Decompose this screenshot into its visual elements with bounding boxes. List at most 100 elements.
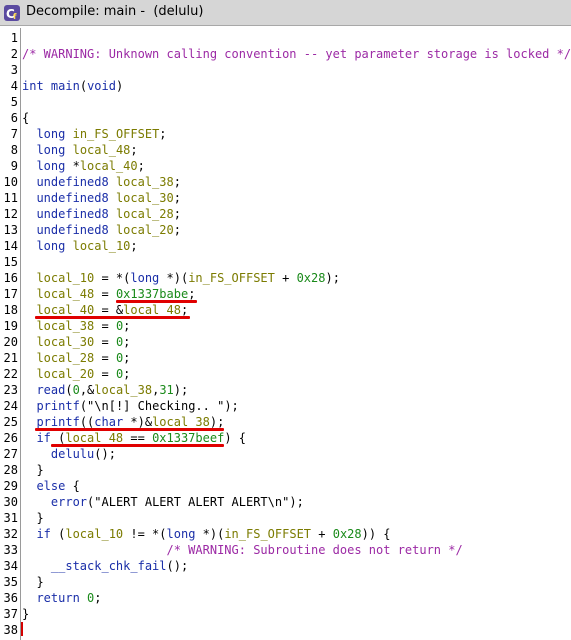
code-token[interactable]: =: [94, 367, 116, 381]
code-line[interactable]: 14 long local_10;: [0, 238, 571, 254]
code-line[interactable]: 3: [0, 62, 571, 78]
code-line[interactable]: 12 undefined8 local_28;: [0, 206, 571, 222]
code-token[interactable]: if: [36, 527, 50, 541]
code-token[interactable]: [109, 175, 116, 189]
code-token[interactable]: local_38: [36, 319, 94, 333]
code-token[interactable]: [22, 351, 36, 365]
code-text[interactable]: }: [22, 510, 43, 526]
code-token[interactable]: local_20: [36, 367, 94, 381]
code-token[interactable]: }: [22, 511, 43, 525]
window-titlebar[interactable]: C f Decompile: main - (delulu): [0, 0, 571, 26]
code-token[interactable]: [109, 223, 116, 237]
code-line[interactable]: 37}: [0, 606, 571, 622]
code-token[interactable]: long: [36, 143, 65, 157]
code-token[interactable]: );: [174, 383, 188, 397]
code-text[interactable]: local_38 = 0;: [22, 318, 130, 334]
code-text[interactable]: return 0;: [22, 590, 101, 606]
code-line[interactable]: 10 undefined8 local_38;: [0, 174, 571, 190]
code-text[interactable]: long in_FS_OFFSET;: [22, 126, 166, 142]
code-token[interactable]: ;: [123, 319, 130, 333]
code-line[interactable]: 11 undefined8 local_30;: [0, 190, 571, 206]
code-token[interactable]: [22, 527, 36, 541]
code-token[interactable]: [22, 335, 36, 349]
code-token[interactable]: long: [36, 239, 65, 253]
code-token[interactable]: [80, 591, 87, 605]
code-line[interactable]: 20 local_30 = 0;: [0, 334, 571, 350]
code-token[interactable]: undefined8: [36, 223, 108, 237]
code-text[interactable]: else {: [22, 478, 79, 494]
code-token[interactable]: [22, 367, 36, 381]
code-token[interactable]: =: [94, 287, 116, 301]
code-text[interactable]: /* WARNING: Subroutine does not return *…: [22, 542, 463, 558]
code-token[interactable]: char: [94, 415, 123, 429]
code-text[interactable]: long local_10;: [22, 238, 137, 254]
code-line[interactable]: 38: [0, 622, 571, 638]
code-token[interactable]: [22, 447, 51, 461]
decompiler-code-view[interactable]: 1 2/* WARNING: Unknown calling convention…: [0, 28, 571, 640]
code-token[interactable]: [22, 207, 36, 221]
code-token[interactable]: int: [22, 79, 44, 93]
code-token[interactable]: *)(: [159, 271, 189, 285]
code-line[interactable]: 16 local_10 = *(long *)(in_FS_OFFSET + 0…: [0, 270, 571, 286]
code-token[interactable]: =: [94, 351, 116, 365]
code-line[interactable]: 9 long *local_40;: [0, 158, 571, 174]
code-token[interactable]: if: [36, 431, 50, 445]
code-token[interactable]: +: [311, 527, 333, 541]
code-text[interactable]: printf("\n[!] Checking.. ");: [22, 398, 238, 414]
code-token[interactable]: main: [51, 79, 80, 93]
code-text[interactable]: }: [22, 574, 43, 590]
code-token[interactable]: local_28: [116, 207, 174, 221]
code-token[interactable]: (: [65, 383, 72, 397]
code-token[interactable]: in_FS_OFFSET: [73, 127, 160, 141]
code-token[interactable]: local_48: [36, 287, 94, 301]
code-text[interactable]: local_30 = 0;: [22, 334, 130, 350]
code-token[interactable]: *: [65, 159, 80, 173]
code-token[interactable]: [22, 175, 36, 189]
code-token[interactable]: in_FS_OFFSET: [224, 527, 311, 541]
code-token[interactable]: [22, 159, 36, 173]
code-token[interactable]: [22, 591, 36, 605]
code-token[interactable]: ;: [94, 591, 101, 605]
code-token[interactable]: printf: [36, 415, 79, 429]
code-token[interactable]: [65, 143, 72, 157]
code-token[interactable]: )) {: [362, 527, 391, 541]
code-token[interactable]: ;: [123, 335, 130, 349]
code-token[interactable]: local_10: [73, 239, 131, 253]
code-line[interactable]: 6{: [0, 110, 571, 126]
code-token[interactable]: 0: [73, 383, 80, 397]
code-text[interactable]: undefined8 local_20;: [22, 222, 181, 238]
code-token[interactable]: +: [275, 271, 297, 285]
code-token[interactable]: ;: [174, 191, 181, 205]
code-token[interactable]: ): [116, 79, 123, 93]
code-text[interactable]: delulu();: [22, 446, 116, 462]
code-line[interactable]: 1: [0, 30, 571, 46]
code-line[interactable]: 30 error("ALERT ALERT ALERT ALERT\n");: [0, 494, 571, 510]
code-text[interactable]: long local_48;: [22, 142, 137, 158]
code-token[interactable]: (: [51, 431, 65, 445]
code-token[interactable]: local_40: [80, 159, 138, 173]
code-token[interactable]: long: [167, 527, 196, 541]
code-token[interactable]: ;: [188, 287, 195, 301]
code-area[interactable]: 1 2/* WARNING: Unknown calling convention…: [0, 28, 571, 640]
code-line[interactable]: 24 printf("\n[!] Checking.. ");: [0, 398, 571, 414]
code-token[interactable]: read: [36, 383, 65, 397]
code-token[interactable]: undefined8: [36, 207, 108, 221]
code-token[interactable]: long: [130, 271, 159, 285]
code-token[interactable]: (: [51, 527, 65, 541]
code-token[interactable]: /* WARNING: Subroutine does not return *…: [167, 543, 463, 557]
code-token[interactable]: [22, 543, 167, 557]
code-token[interactable]: local_10: [36, 271, 94, 285]
code-token[interactable]: ;: [130, 239, 137, 253]
code-token[interactable]: [22, 479, 36, 493]
code-token[interactable]: [65, 127, 72, 141]
code-line[interactable]: 33 /* WARNING: Subroutine does not retur…: [0, 542, 571, 558]
code-token[interactable]: /* WARNING: Unknown calling convention -…: [22, 47, 571, 61]
code-token[interactable]: != *(: [123, 527, 166, 541]
code-token[interactable]: local_38: [94, 383, 152, 397]
code-text[interactable]: local_10 = *(long *)(in_FS_OFFSET + 0x28…: [22, 270, 339, 286]
code-line[interactable]: 27 delulu();: [0, 446, 571, 462]
code-line[interactable]: 21 local_28 = 0;: [0, 350, 571, 366]
code-line[interactable]: 17 local_48 = 0x1337babe;: [0, 286, 571, 302]
code-text[interactable]: int main(void): [22, 78, 123, 94]
code-line[interactable]: 23 read(0,&local_38,31);: [0, 382, 571, 398]
